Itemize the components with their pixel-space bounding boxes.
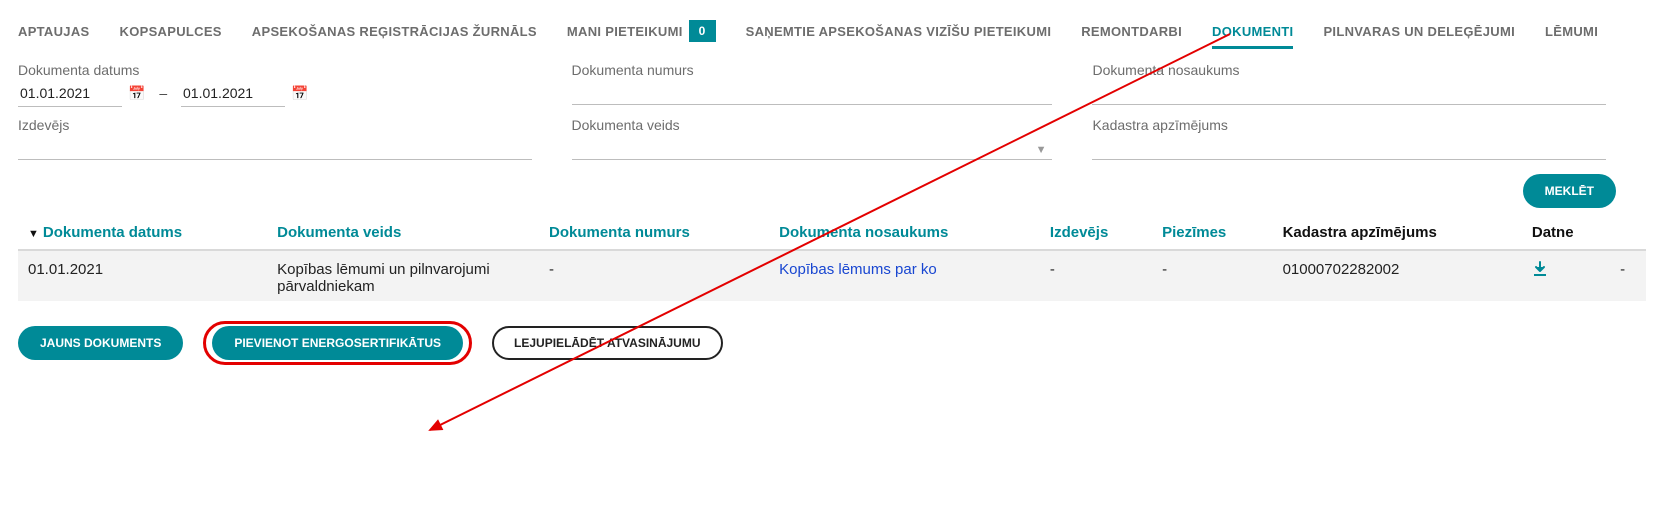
tab-pilnvaras[interactable]: Pilnvaras un deleģējumi [1323,18,1515,45]
date-from-input[interactable] [18,80,122,107]
tab-nav: Aptaujas Kopsapulces Apsekošanas reģistr… [18,14,1646,48]
action-row: Jauns dokuments Pievienot energosertifik… [18,321,1646,365]
th-date-label: Dokumenta datums [43,224,182,241]
document-name-link[interactable]: Kopības lēmums par ko [779,261,937,278]
calendar-icon[interactable]: 📅 [128,85,145,102]
new-document-button[interactable]: Jauns dokuments [18,326,183,360]
search-button[interactable]: Meklēt [1523,174,1616,208]
tab-remontdarbi[interactable]: Remontdarbi [1081,18,1182,45]
add-cert-button[interactable]: Pievienot energosertifikātus [212,326,463,360]
download-derivative-button[interactable]: Lejupielādēt atvasinājumu [492,326,722,360]
filter-cadastre-label: Kadastra apzīmējums [1092,117,1606,133]
th-extra [1610,216,1646,250]
download-icon[interactable] [1532,264,1548,281]
date-to-input[interactable] [181,80,285,107]
filter-name: Dokumenta nosaukums [1092,62,1646,107]
filter-number-label: Dokumenta numurs [572,62,1053,78]
filter-panel: Dokumenta datums 📅 – 📅 Dokumenta numurs … [18,62,1646,160]
calendar-icon[interactable]: 📅 [291,85,308,102]
number-input[interactable] [572,80,1057,106]
cell-number: - [539,250,769,301]
table-row: 01.01.2021 Kopības lēmumi un pilnvarojum… [18,250,1646,301]
th-notes[interactable]: Piezīmes [1152,216,1273,250]
range-dash: – [159,85,167,101]
tab-dokumenti[interactable]: Dokumenti [1212,18,1293,45]
filter-name-label: Dokumenta nosaukums [1092,62,1606,78]
chevron-down-icon: ▼ [1036,144,1047,156]
annotation-highlight: Pievienot energosertifikātus [203,321,472,365]
th-type[interactable]: Dokumenta veids [267,216,539,250]
th-issuer[interactable]: Izdevējs [1040,216,1152,250]
cell-extra: - [1610,250,1646,301]
sort-desc-icon: ▼ [28,228,39,240]
cell-type: Kopības lēmumi un pilnvarojumi pārvaldni… [267,250,539,301]
tab-aptaujas[interactable]: Aptaujas [18,18,90,45]
tab-lemumi[interactable]: Lēmumi [1545,18,1598,45]
cell-notes: - [1152,250,1273,301]
filter-date-label: Dokumenta datums [18,62,532,78]
documents-table: ▼ Dokumenta datums Dokumenta veids Dokume… [18,216,1646,301]
filter-cadastre: Kadastra apzīmējums [1092,117,1646,160]
th-number[interactable]: Dokumenta numurs [539,216,769,250]
cell-cadastre: 01000702282002 [1273,250,1522,301]
filter-type-label: Dokumenta veids [572,117,1053,133]
tab-kopsapulces[interactable]: Kopsapulces [120,18,222,45]
filter-issuer: Izdevējs [18,117,572,160]
filter-date: Dokumenta datums 📅 – 📅 [18,62,572,107]
cadastre-input[interactable] [1092,135,1610,161]
th-file[interactable]: Datne [1522,216,1610,250]
tab-label: Mani pieteikumi [567,24,683,39]
name-input[interactable] [1092,80,1610,106]
filter-issuer-label: Izdevējs [18,117,532,133]
cell-issuer: - [1040,250,1152,301]
issuer-input[interactable] [18,135,536,161]
th-date[interactable]: ▼ Dokumenta datums [18,216,267,250]
tab-mani-pieteikumi[interactable]: Mani pieteikumi 0 [567,14,716,48]
th-name[interactable]: Dokumenta nosaukums [769,216,1040,250]
tab-sanemtie[interactable]: Saņemtie apsekošanas vizīšu pieteikumi [746,18,1052,45]
tab-badge: 0 [689,20,716,42]
th-cadastre[interactable]: Kadastra apzīmējums [1273,216,1522,250]
cell-date: 01.01.2021 [18,250,267,301]
filter-type: Dokumenta veids ▼ [572,117,1093,160]
type-select[interactable]: ▼ [572,135,1053,160]
tab-apsekosanas-zurnals[interactable]: Apsekošanas reģistrācijas žurnāls [252,18,537,45]
filter-number: Dokumenta numurs [572,62,1093,107]
